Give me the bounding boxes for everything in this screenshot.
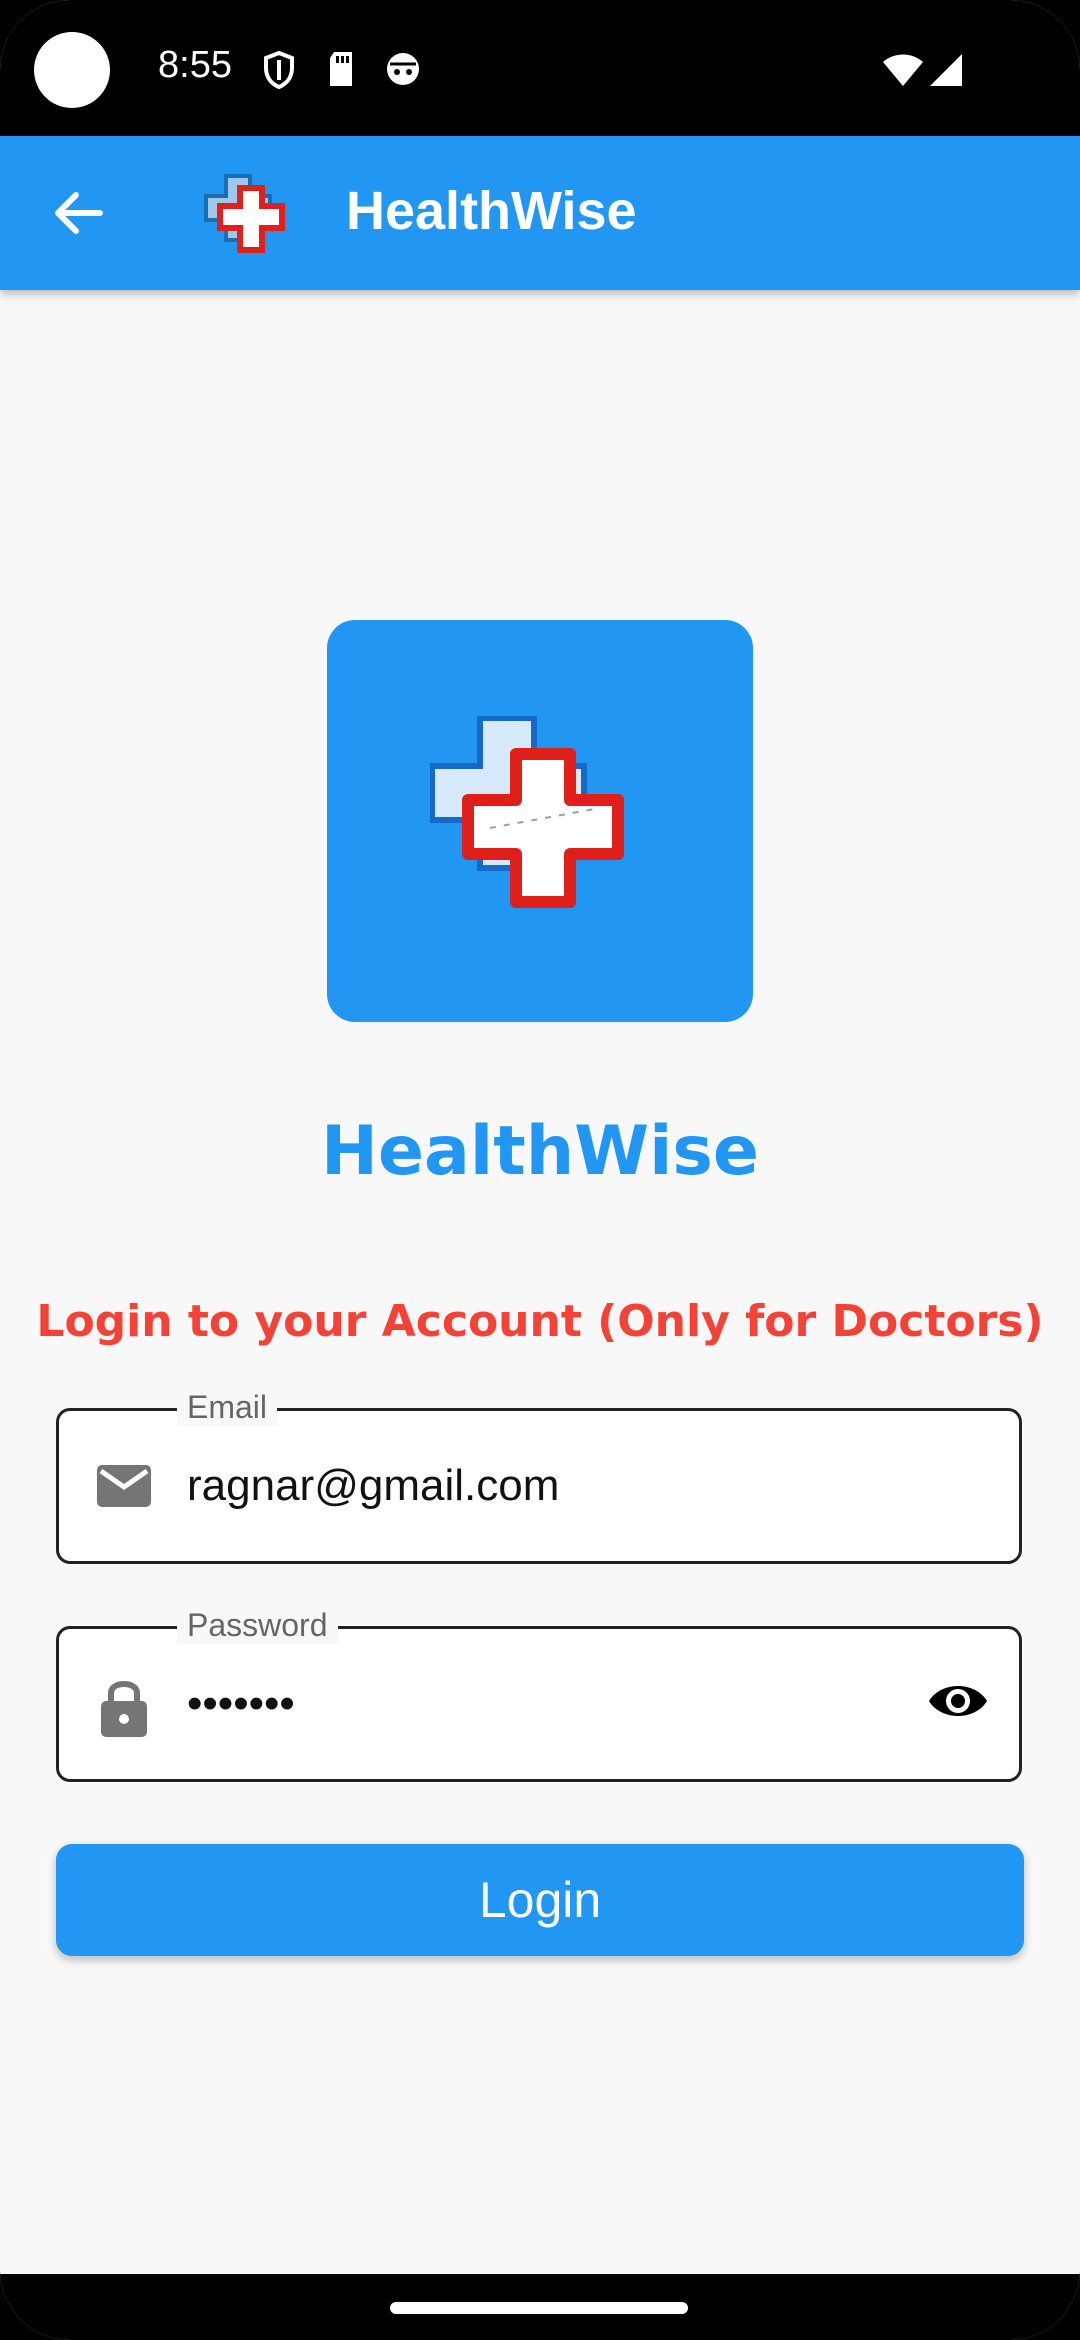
wifi-icon [883,54,923,86]
app-bar: HealthWise [0,136,1080,290]
healthwise-logo-icon [430,716,624,908]
password-field[interactable]: Password ••••••• [56,1607,1022,1782]
lock-icon [101,1681,147,1737]
mail-icon [97,1465,151,1507]
screen: 8:55 HealthWise HealthWise Login to your… [0,0,1080,2340]
email-label: Email [177,1389,278,1426]
eye-icon[interactable] [927,1679,989,1723]
email-field[interactable]: Email ragnar@gmail.com [56,1389,1022,1564]
app-logo-icon [204,174,285,253]
password-label: Password [177,1607,338,1644]
camera-cutout [34,32,110,108]
app-bar-title: HealthWise [346,181,637,241]
cell-signal-icon [930,54,962,86]
home-indicator[interactable] [390,2302,688,2314]
back-button[interactable] [44,176,114,250]
email-value: ragnar@gmail.com [187,1461,560,1510]
login-heading: Login to your Account (Only for Doctors) [36,1296,1044,1347]
login-button[interactable]: Login [56,1844,1024,1956]
sd-card-icon [330,52,352,86]
logo-card [327,620,753,1022]
arrow-back-icon [55,192,103,234]
android-face-icon [387,53,419,85]
status-time: 8:55 [158,44,232,86]
status-bar: 8:55 [0,0,1080,136]
shield-icon [264,50,294,90]
password-value: ••••••• [187,1679,295,1728]
brand-name: HealthWise [320,1112,760,1191]
